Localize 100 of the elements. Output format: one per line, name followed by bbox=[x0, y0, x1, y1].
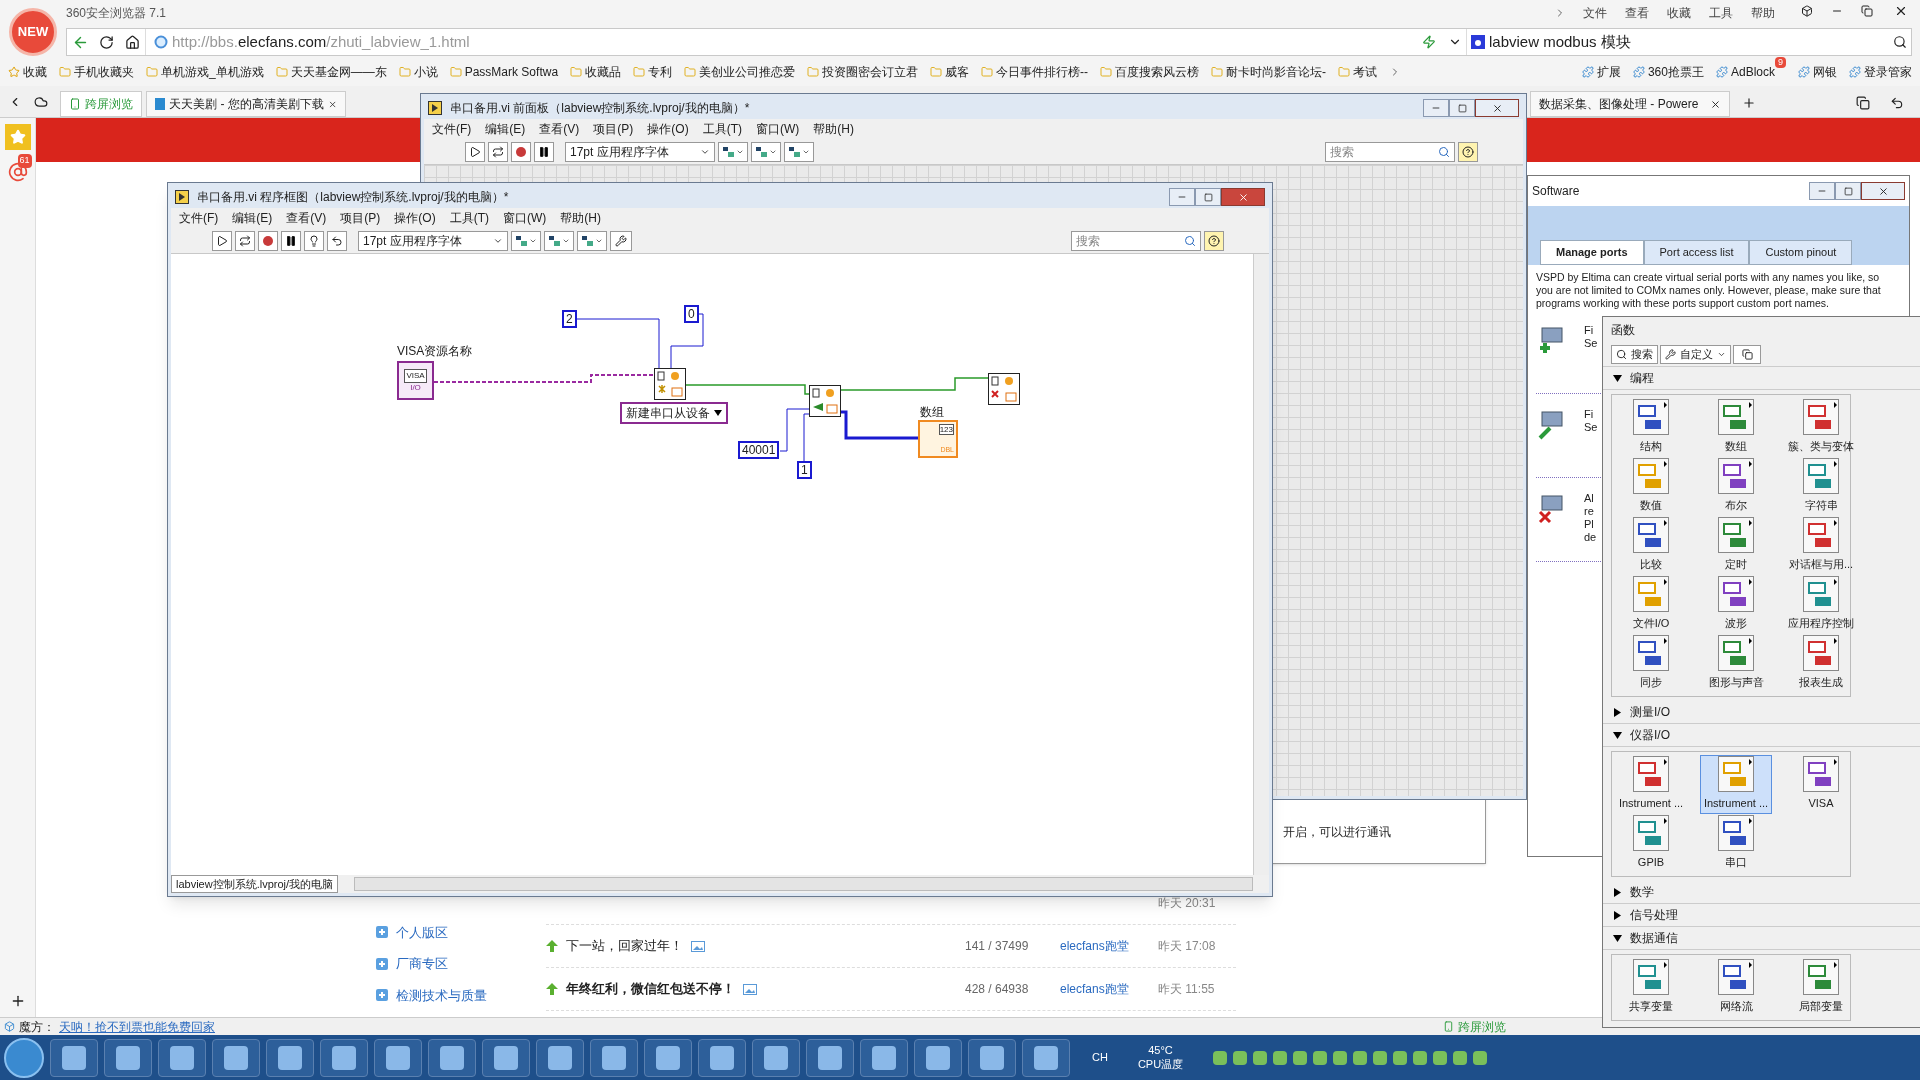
input-language[interactable]: CH bbox=[1092, 1049, 1108, 1066]
palette-item[interactable]: 共享变量 bbox=[1616, 959, 1686, 1016]
menu-item[interactable]: 查看(V) bbox=[286, 209, 327, 227]
taskbar-app-icon[interactable] bbox=[968, 1038, 1016, 1077]
palette-item[interactable]: 比较 bbox=[1616, 517, 1686, 574]
palette-item[interactable]: 对话框与用... bbox=[1786, 517, 1856, 574]
tray-icon[interactable] bbox=[1233, 1050, 1248, 1065]
bookmark-item[interactable]: 天天基金网——东 bbox=[275, 63, 387, 81]
run-button[interactable] bbox=[465, 141, 485, 162]
bookmark-item[interactable]: 百度搜索风云榜 bbox=[1100, 63, 1200, 81]
bookmark-item[interactable]: 考试 bbox=[1338, 63, 1378, 81]
menu-item[interactable]: 文件(F) bbox=[179, 209, 219, 227]
extension-item[interactable]: AdBlock bbox=[1715, 63, 1775, 81]
tray-icon[interactable] bbox=[1433, 1050, 1448, 1065]
forum-category-link[interactable]: 检测技术与质量 bbox=[376, 985, 526, 1005]
reorder-dropdown[interactable] bbox=[784, 141, 814, 162]
menu-item[interactable]: 帮助(H) bbox=[813, 120, 854, 138]
palette-item[interactable]: 布尔 bbox=[1701, 458, 1771, 515]
pause-button[interactable] bbox=[281, 230, 301, 251]
menu-item[interactable]: 操作(O) bbox=[394, 209, 436, 227]
palette-item[interactable]: 结构 bbox=[1616, 399, 1686, 456]
menu-item[interactable]: 窗口(W) bbox=[503, 209, 547, 227]
bookmark-item[interactable]: 小说 bbox=[398, 63, 438, 81]
menu-item[interactable]: 项目(P) bbox=[340, 209, 381, 227]
bookmark-item[interactable]: 美创业公司推恋爱 bbox=[684, 63, 796, 81]
menu-item[interactable]: 编辑(E) bbox=[485, 120, 526, 138]
taskbar-app-icon[interactable] bbox=[752, 1038, 800, 1077]
palette-section-header[interactable]: 测量I/O bbox=[1603, 701, 1920, 724]
taskbar-app-icon[interactable] bbox=[590, 1038, 638, 1077]
menu-item[interactable]: 工具(T) bbox=[702, 120, 742, 138]
window-button[interactable] bbox=[1733, 345, 1761, 364]
search-field[interactable]: 搜索 bbox=[1325, 141, 1455, 162]
help-button[interactable] bbox=[1204, 230, 1224, 251]
taskbar-app-icon[interactable] bbox=[806, 1038, 854, 1077]
search-button[interactable]: 搜索 bbox=[1611, 345, 1658, 364]
cleanup-button[interactable] bbox=[610, 230, 632, 251]
step-button[interactable] bbox=[327, 230, 347, 251]
menu-item[interactable]: 工具(T) bbox=[449, 209, 489, 227]
help-button[interactable] bbox=[1458, 141, 1478, 162]
menu-item[interactable]: 帮助 bbox=[1751, 4, 1775, 22]
at-icon[interactable] bbox=[7, 162, 28, 182]
taskbar-app-icon[interactable] bbox=[320, 1038, 368, 1077]
palette-item[interactable]: 同步 bbox=[1616, 635, 1686, 692]
minimize-button[interactable] bbox=[1809, 182, 1835, 200]
undo-icon[interactable] bbox=[1890, 96, 1904, 110]
customize-button[interactable]: 自定义 bbox=[1660, 345, 1731, 364]
font-dropdown[interactable]: 17pt 应用程序字体 bbox=[565, 141, 715, 162]
reorder-dropdown[interactable] bbox=[577, 230, 607, 251]
taskbar-app-icon[interactable] bbox=[374, 1038, 422, 1077]
palette-item[interactable]: 网络流 bbox=[1701, 959, 1771, 1016]
tabs-icon[interactable] bbox=[1856, 96, 1870, 110]
bookmark-item[interactable]: 收藏 bbox=[8, 63, 47, 81]
palette-item[interactable]: Instrument ... bbox=[1616, 756, 1686, 813]
author-link[interactable]: elecfans跑堂 bbox=[1060, 980, 1158, 998]
tray-icon[interactable] bbox=[1353, 1050, 1368, 1065]
taskbar-app-icon[interactable] bbox=[698, 1038, 746, 1077]
bookmark-item[interactable]: 耐卡时尚影音论坛- bbox=[1211, 63, 1327, 81]
tray-icon[interactable] bbox=[1273, 1050, 1288, 1065]
palette-section-header[interactable]: 仪器I/O bbox=[1603, 724, 1920, 747]
palette-item[interactable]: 数组 bbox=[1701, 399, 1771, 456]
palette-section-header[interactable]: 数据通信 bbox=[1603, 927, 1920, 950]
menu-item[interactable]: 窗口(W) bbox=[756, 120, 800, 138]
tray-icon[interactable] bbox=[1213, 1050, 1228, 1065]
taskbar-app-icon[interactable] bbox=[536, 1038, 584, 1077]
forum-category-link[interactable]: 厂商专区 bbox=[376, 954, 526, 974]
horizontal-scrollbar[interactable] bbox=[354, 877, 1253, 891]
minimize-button[interactable] bbox=[1423, 99, 1449, 117]
tab[interactable]: Manage ports bbox=[1540, 240, 1644, 265]
palette-section-header[interactable]: 编程 bbox=[1603, 367, 1920, 390]
extension-item[interactable]: 360抢票王 bbox=[1632, 63, 1704, 81]
menu-item[interactable]: 编辑(E) bbox=[232, 209, 273, 227]
palette-item[interactable]: 应用程序控制 bbox=[1786, 576, 1856, 633]
palette-item[interactable]: Instrument ... bbox=[1701, 756, 1771, 813]
align-dropdown[interactable] bbox=[718, 141, 748, 162]
palette-item[interactable]: 图形与声音 bbox=[1701, 635, 1771, 692]
enum-selector[interactable]: 新建串口从设备 bbox=[620, 402, 728, 424]
pause-button[interactable] bbox=[534, 141, 554, 162]
thread-title-link[interactable]: 下一站，回家过年！ bbox=[566, 936, 683, 956]
menu-item[interactable]: 查看(V) bbox=[539, 120, 580, 138]
taskbar-app-icon[interactable] bbox=[1022, 1038, 1070, 1077]
align-dropdown[interactable] bbox=[511, 230, 541, 251]
tray-icon[interactable] bbox=[1333, 1050, 1348, 1065]
palette-item[interactable]: GPIB bbox=[1616, 815, 1686, 872]
bookmark-item[interactable]: 今日事件排行榜-- bbox=[981, 63, 1089, 81]
extension-item[interactable]: 网银 bbox=[1798, 63, 1837, 81]
bookmark-item[interactable]: 威客 bbox=[930, 63, 970, 81]
bookmark-item[interactable]: 手机收藏夹 bbox=[59, 63, 134, 81]
thread-title-link[interactable]: 年终红利，微信红包送不停！ bbox=[566, 979, 735, 999]
run-continuously-button[interactable] bbox=[488, 141, 508, 162]
taskbar-app-icon[interactable] bbox=[104, 1038, 152, 1077]
cross-screen-button[interactable]: 跨屏浏览 bbox=[60, 91, 142, 117]
highlight-execution-button[interactable] bbox=[304, 230, 324, 251]
address-field[interactable]: http://bbs.elecfans.com/zhuti_labview_1.html bbox=[145, 29, 1414, 55]
close-button[interactable] bbox=[1475, 99, 1519, 117]
taskbar-app-icon[interactable] bbox=[266, 1038, 314, 1077]
bookmark-item[interactable]: 投资圈密会订立君 bbox=[807, 63, 919, 81]
menu-item[interactable]: 查看 bbox=[1625, 4, 1649, 22]
search-field[interactable]: labview modbus 模块 bbox=[1466, 29, 1911, 55]
palette-item[interactable]: 文件I/O bbox=[1616, 576, 1686, 633]
extension-item[interactable]: 登录管家 bbox=[1849, 63, 1912, 81]
